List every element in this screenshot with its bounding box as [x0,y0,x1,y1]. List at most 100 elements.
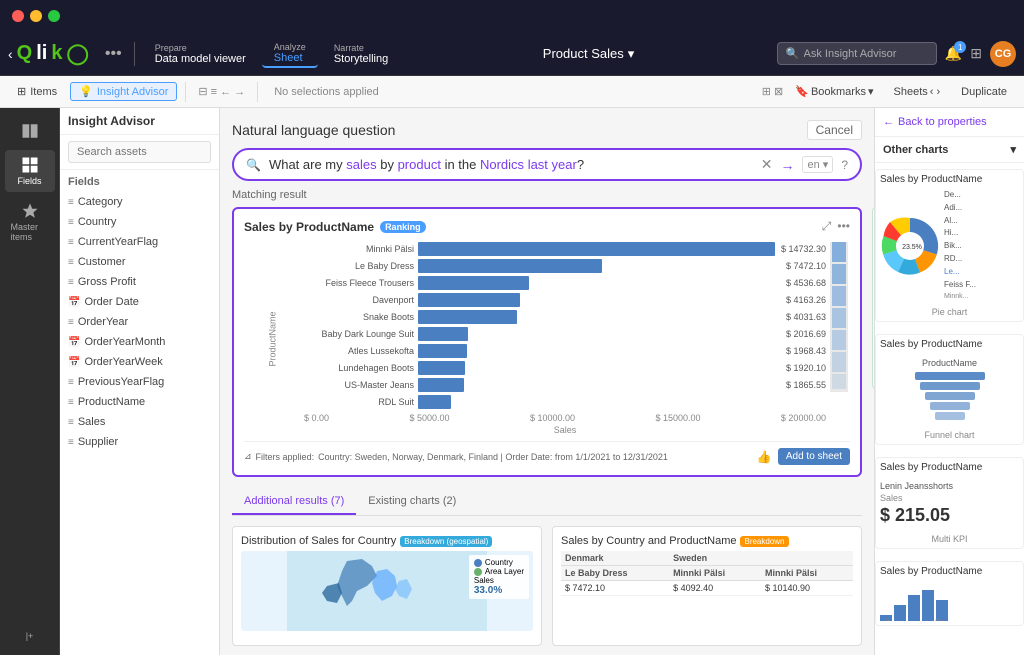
search-assets-container [60,135,219,170]
like-button[interactable]: 👍 [757,450,772,464]
tab-additional-results[interactable]: Additional results (7) [232,489,356,515]
sheets-button[interactable]: Sheets ‹ › [886,84,949,100]
other-charts-collapse-icon[interactable]: ▾ [1010,143,1016,156]
expand-chart-icon[interactable]: ⤢ [822,219,832,234]
app-title-dropdown-icon: ▾ [628,46,635,62]
chart-menu-icon[interactable]: ••• [837,219,850,234]
search-clear-icon[interactable]: ✕ [761,156,773,173]
toolbar-separator [185,82,186,102]
tab-existing-charts[interactable]: Existing charts (2) [356,489,468,515]
field-orderyearweek[interactable]: 📅 OrderYearWeek [60,352,219,372]
qlik-logo[interactable]: Qlik ◯ [17,41,89,66]
insights-panel: Insights found ✕ The total Sales is $ 62… [872,207,874,389]
field-label: Sales [78,416,106,428]
app-title-text: Product Sales [543,46,624,61]
nav-more-icon[interactable]: ••• [101,45,126,63]
subheader-minniki-se: Minnki Pälsi [761,566,853,581]
maximize-button[interactable] [48,10,60,22]
field-label: CurrentYearFlag [78,236,158,248]
sheets-label: Sheets [894,86,928,98]
selections-bar[interactable]: No selections applied [266,86,758,98]
toolbar-separator2 [257,82,258,102]
legend-dot [474,568,482,576]
duplicate-button[interactable]: Duplicate [952,83,1016,101]
back-to-properties-button[interactable]: ← Back to properties [875,108,1024,137]
sidebar-item-master-items[interactable]: Master items [5,196,55,248]
bar-container [418,242,775,256]
field-currentyearflag[interactable]: ≡ CurrentYearFlag [60,232,219,252]
sparkline-svg [830,242,848,392]
bar-mini-svg: ..it Su.. [880,585,1010,621]
nav-controls: ⊟ ≡ ← → [194,85,249,98]
other-charts-label: Other charts [883,144,948,156]
sales-country-product-title-text: Sales by Country and ProductName [561,535,736,547]
close-button[interactable] [12,10,24,22]
search-help-icon[interactable]: ? [841,158,848,172]
field-productname[interactable]: ≡ ProductName [60,392,219,412]
nav-narrate[interactable]: Narrate Storytelling [322,41,400,67]
bar-fill [418,276,529,290]
field-category[interactable]: ≡ Category [60,192,219,212]
main-area: Fields Master items |+ Insight Advisor F… [0,108,1024,655]
bar-container [418,293,780,307]
legend-pct: 33.0% [474,585,524,596]
insight-advisor-input[interactable] [804,48,924,60]
y-axis-label: ProductName [267,311,277,366]
field-country[interactable]: ≡ Country [60,212,219,232]
insight-icon: 💡 [79,85,93,98]
field-order-date[interactable]: 📅 Order Date [60,292,219,312]
field-orderyearmonth[interactable]: 📅 OrderYearMonth [60,332,219,352]
search-submit-arrow[interactable]: → [780,157,794,173]
nav-narrate-sub: Narrate [334,43,364,53]
bar-value: $ 14732.30 [781,244,826,254]
field-label: PreviousYearFlag [78,376,164,388]
search-assets-input[interactable] [68,141,211,163]
sidebar-expand-icon[interactable]: |+ [5,625,55,647]
app-title[interactable]: Product Sales ▾ [543,46,634,62]
calendar-icon2: 📅 [68,337,80,348]
back-to-properties-label: Back to properties [898,116,987,128]
bar-value: $ 1920.10 [786,363,826,373]
add-to-sheet-button[interactable]: Add to sheet [778,448,850,465]
field-previousyearflag[interactable]: ≡ PreviousYearFlag [60,372,219,392]
sales-country-product-card: Sales by Country and ProductName Breakdo… [552,526,862,646]
field-gross-profit[interactable]: ≡ Gross Profit [60,272,219,292]
nav-analyze[interactable]: Analyze Sheet [262,40,318,68]
pie-legend-adi: Adi... [944,202,976,215]
bookmarks-button[interactable]: 🔖 Bookmarks ▾ [787,83,881,100]
x-axis-title: Sales [304,425,826,435]
pie-legend-feiss: Feiss F... [944,279,976,292]
sidebar-toggle-panels[interactable] [5,116,55,146]
field-customer[interactable]: ≡ Customer [60,252,219,272]
subheader-le-baby: Le Baby Dress [561,566,669,581]
main-chart-card: Sales by ProductName Ranking ⤢ ••• Produ… [232,207,862,477]
field-orderyear[interactable]: ≡ OrderYear [60,312,219,332]
apps-grid-icon[interactable]: ⊞ [970,45,982,62]
bar-fill [418,293,520,307]
bar-value: $ 7472.10 [786,261,826,271]
y-axis-label-container: ProductName [244,242,304,435]
nav-prepare[interactable]: Prepare Data model viewer [143,41,258,67]
language-selector[interactable]: en ▾ [802,156,833,173]
items-button[interactable]: ⊞ Items [8,82,66,101]
legend-label: Area Layer [485,567,524,576]
minimize-button[interactable] [30,10,42,22]
legend-label: Sales [474,576,494,585]
legend-sales: Sales [474,576,524,585]
insight-advisor-search[interactable]: 🔍 [777,42,937,65]
field-supplier[interactable]: ≡ Supplier [60,432,219,452]
user-avatar[interactable]: CG [990,41,1016,67]
sidebar-item-fields[interactable]: Fields [5,150,55,192]
field-sales[interactable]: ≡ Sales [60,412,219,432]
field-icon: ≡ [68,397,74,408]
insight-advisor-button[interactable]: 💡 Insight Advisor [70,82,177,101]
cancel-button[interactable]: Cancel [807,120,862,140]
nlq-header: Natural language question Cancel [232,120,862,140]
field-icon: ≡ [68,317,74,328]
field-icon: ≡ [68,277,74,288]
pie-legend-al: Al... [944,215,976,228]
notifications-icon[interactable]: 🔔 1 [945,45,962,62]
back-nav-arrow[interactable]: ‹ [8,46,13,62]
ranking-badge: Ranking [380,221,426,233]
main-chart-area: Sales by ProductName Ranking ⤢ ••• Produ… [232,207,862,477]
